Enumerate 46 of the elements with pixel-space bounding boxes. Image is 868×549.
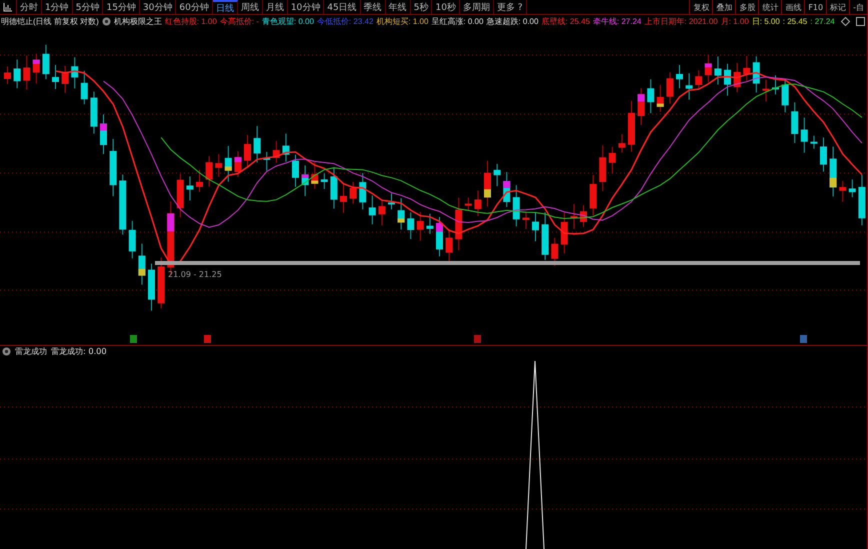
period-tab[interactable]: 5分钟 — [72, 0, 104, 14]
period-tab[interactable]: 周线 — [238, 0, 263, 14]
toolbar-button[interactable]: 多股 — [735, 0, 758, 14]
period-tab[interactable]: 5秒 — [410, 0, 432, 14]
signal-marker-icon — [130, 335, 137, 343]
indicator-title: 明德铠止(日线 前复权 对数) — [1, 16, 99, 27]
period-tab[interactable]: 季线 — [360, 0, 386, 14]
indicator-value: 机构短买: 1.00 — [376, 16, 428, 27]
period-tab[interactable]: 45日线 — [324, 0, 361, 14]
toolbar-button[interactable]: 画线 — [781, 0, 804, 14]
indicator-value: : 25.45 — [782, 17, 808, 26]
period-tab[interactable]: 更多 ? — [494, 0, 527, 14]
indicator-value: 牵牛线: 27.24 — [592, 16, 642, 27]
period-tab[interactable]: 日线 — [212, 0, 238, 14]
period-tab[interactable]: 分时 — [17, 0, 42, 14]
price-range-label: 21.09 - 21.25 — [168, 270, 222, 279]
signal-marker-icon — [474, 335, 481, 343]
toolbar-button[interactable]: 复权 — [689, 0, 712, 14]
indicator-value: 红色持股: 1.00 — [164, 16, 217, 27]
toolbar-button[interactable]: 统计 — [758, 0, 782, 14]
square-icon[interactable] — [856, 17, 865, 26]
period-tab[interactable]: 年线 — [386, 0, 411, 14]
indicator-value: 日: 5.00 — [752, 16, 780, 27]
period-tab[interactable]: 60分钟 — [176, 0, 213, 14]
indicator-value: 底壁线: 25.45 — [541, 16, 590, 27]
period-tab[interactable]: 10秒 — [432, 0, 460, 14]
diamond-icon[interactable] — [840, 17, 850, 26]
signal-marker-icon — [204, 335, 211, 343]
period-tab[interactable]: 30分钟 — [140, 0, 176, 14]
indicator-value: 急速超跌: 0.00 — [486, 16, 538, 27]
indicator-value: 今低抵价: 23.42 — [316, 16, 374, 27]
period-tab[interactable]: 10分钟 — [288, 0, 324, 14]
period-tab[interactable]: 多周期 — [460, 0, 494, 14]
period-tab[interactable]: 15分钟 — [103, 0, 140, 14]
indicator-value: 青色观望: 0.00 — [262, 16, 314, 27]
signal-marker-icon — [800, 335, 807, 343]
indicator-value: 上市日期年: 2021.00 — [644, 16, 718, 27]
indicator-value: : 27.24 — [810, 17, 835, 26]
period-tab[interactable]: 月线 — [262, 0, 288, 14]
indicator-value: 呈红高涨: 0.00 — [431, 16, 484, 27]
indicator-name[interactable]: 雷龙成功 — [15, 346, 47, 357]
indicator-value: 雷龙成功: 0.00 — [51, 346, 107, 357]
indicator-value: 月: 1.00 — [720, 16, 749, 27]
period-tab[interactable]: 1分钟 — [42, 0, 73, 14]
indicator-value: 今高抵价: - — [220, 16, 259, 27]
indicator-name[interactable]: 机构极限之王 — [114, 16, 162, 27]
